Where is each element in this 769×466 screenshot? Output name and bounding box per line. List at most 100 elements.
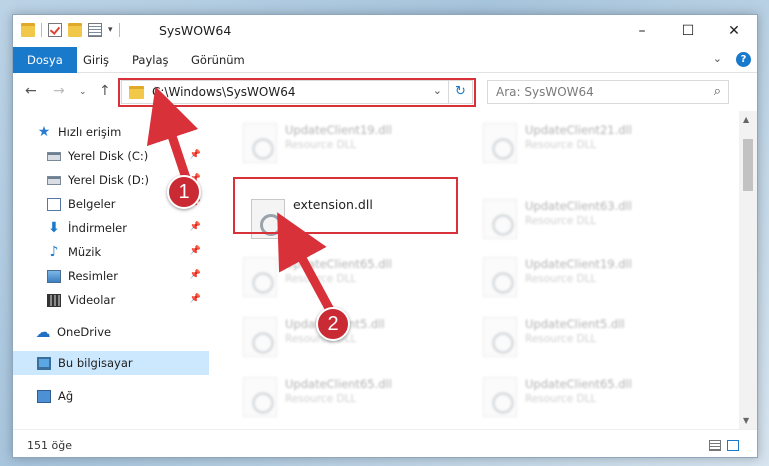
download-icon: ⬇: [48, 220, 60, 236]
network-icon: [37, 389, 51, 403]
pin-icon: 📌: [189, 270, 201, 280]
video-icon: [47, 293, 61, 307]
nav-item-label: Yerel Disk (D:): [68, 173, 150, 187]
search-box[interactable]: Ara: SysWOW64 ⌕: [487, 80, 729, 104]
file-name: UpdateClient19.dll: [525, 257, 632, 271]
nav-item-label: Resimler: [68, 269, 118, 283]
minimize-button[interactable]: –: [619, 15, 665, 47]
nav-item-this-pc[interactable]: Bu bilgisayar: [13, 351, 209, 375]
file-tile[interactable]: UpdateClient19.dll Resource DLL: [237, 117, 465, 169]
nav-item-label: Bu bilgisayar: [58, 356, 133, 370]
file-name: UpdateClient21.dll: [525, 123, 632, 137]
file-description: Resource DLL: [525, 393, 597, 405]
file-description: Resource DLL: [525, 215, 597, 227]
tiles-view-icon[interactable]: [727, 440, 739, 451]
file-tile[interactable]: UpdateClient5.dll Resource DLL: [477, 311, 705, 363]
tab-view[interactable]: Görünüm: [191, 47, 245, 73]
file-description: Resource DLL: [525, 333, 597, 345]
pin-icon: 📌: [189, 222, 201, 232]
file-tile[interactable]: UpdateClient19.dll Resource DLL: [477, 251, 705, 303]
status-bar: 151 öğe: [13, 429, 757, 457]
back-icon[interactable]: ←: [25, 83, 37, 99]
file-highlight-box: [233, 177, 458, 234]
new-folder-icon[interactable]: [68, 23, 82, 37]
tab-share[interactable]: Paylaş: [132, 47, 169, 73]
tab-file[interactable]: Dosya: [13, 47, 77, 73]
properties-check-icon[interactable]: [48, 23, 62, 37]
file-name: UpdateClient19.dll: [285, 123, 392, 137]
navigation-bar: ← → ⌄ ↑ C:\Windows\SysWOW64 ⌄ ↻ Ara: Sys…: [13, 73, 757, 111]
file-tile[interactable]: UpdateClient65.dll Resource DLL: [237, 371, 465, 423]
star-icon: ★: [37, 124, 51, 140]
customize-dropdown-icon[interactable]: ▾: [108, 25, 113, 35]
item-count: 151 öğe: [27, 439, 72, 452]
nav-item-network[interactable]: Ağ: [13, 384, 209, 408]
search-icon: ⌕: [713, 84, 721, 99]
dll-file-icon: [243, 123, 277, 163]
vertical-scrollbar[interactable]: ▲ ▼: [739, 111, 757, 429]
dll-file-icon: [483, 377, 517, 417]
pin-icon: 📌: [189, 246, 201, 256]
scroll-up-icon[interactable]: ▲: [743, 115, 749, 124]
computer-icon: [37, 356, 51, 370]
close-button[interactable]: ✕: [711, 15, 757, 47]
file-tile[interactable]: UpdateClient65.dll Resource DLL: [477, 371, 705, 423]
callout-badge-1: 1: [167, 175, 201, 209]
dll-file-icon: [483, 317, 517, 357]
ribbon-right: ⌄ ?: [713, 52, 751, 67]
recent-dropdown-icon[interactable]: ⌄: [79, 87, 87, 97]
properties-icon[interactable]: [88, 23, 102, 37]
window-title: SysWOW64: [159, 23, 232, 38]
nav-item-label: Videolar: [68, 293, 116, 307]
file-description: Resource DLL: [285, 393, 357, 405]
dll-file-icon: [243, 257, 277, 297]
expand-ribbon-icon[interactable]: ⌄: [713, 52, 722, 67]
file-tile[interactable]: UpdateClient21.dll Resource DLL: [477, 117, 705, 169]
forward-icon[interactable]: →: [53, 83, 65, 99]
maximize-button[interactable]: ☐: [665, 15, 711, 47]
search-input[interactable]: Ara: SysWOW64: [496, 85, 594, 99]
window-controls: – ☐ ✕: [619, 15, 757, 47]
nav-item-label: Ağ: [58, 389, 74, 403]
explorer-window: ▾ SysWOW64 – ☐ ✕ Dosya Giriş Paylaş Görü…: [12, 14, 758, 458]
file-tile[interactable]: UpdateClient65.dll Resource DLL: [237, 251, 465, 303]
file-tile[interactable]: UpdateClient63.dll Resource DLL: [477, 193, 705, 245]
file-description: Resource DLL: [285, 139, 357, 151]
nav-item-label: Belgeler: [68, 197, 116, 211]
file-description: Resource DLL: [525, 273, 597, 285]
address-highlight-box: [118, 78, 476, 107]
file-name: UpdateClient5.dll: [525, 317, 625, 331]
nav-item-label: İndirmeler: [68, 221, 127, 235]
divider: [41, 23, 42, 37]
nav-item-videos[interactable]: Videolar 📌: [13, 288, 209, 312]
file-description: Resource DLL: [525, 139, 597, 151]
divider: [118, 23, 120, 37]
nav-item-label: Hızlı erişim: [58, 125, 122, 139]
details-view-icon[interactable]: [709, 440, 721, 451]
scroll-thumb[interactable]: [743, 139, 753, 191]
file-name: UpdateClient65.dll: [285, 377, 392, 391]
tab-home[interactable]: Giriş: [83, 47, 109, 73]
nav-item-onedrive[interactable]: ☁ OneDrive: [13, 320, 209, 344]
nav-item-quick-access[interactable]: ★ Hızlı erişim: [13, 120, 209, 144]
pin-icon: 📌: [189, 150, 201, 160]
file-tile[interactable]: UpdateClient5.dll Resource DLL: [237, 311, 465, 363]
nav-item-downloads[interactable]: ⬇ İndirmeler 📌: [13, 216, 209, 240]
dll-file-icon: [483, 257, 517, 297]
dll-file-icon: [243, 377, 277, 417]
navigation-pane: ★ Hızlı erişim Yerel Disk (C:) 📌 Yerel D…: [13, 111, 209, 429]
nav-item-pictures[interactable]: Resimler 📌: [13, 264, 209, 288]
help-icon[interactable]: ?: [736, 52, 751, 67]
file-name: UpdateClient63.dll: [525, 199, 632, 213]
music-icon: ♪: [49, 244, 59, 260]
scroll-down-icon[interactable]: ▼: [743, 416, 749, 425]
title-bar: ▾ SysWOW64 – ☐ ✕: [13, 15, 757, 47]
up-icon[interactable]: ↑: [99, 83, 111, 99]
nav-item-music[interactable]: ♪ Müzik 📌: [13, 240, 209, 264]
dll-file-icon: [483, 199, 517, 239]
dll-file-icon: [483, 123, 517, 163]
nav-item-label: Müzik: [68, 245, 102, 259]
documents-icon: [47, 197, 61, 211]
folder-icon[interactable]: [21, 23, 35, 37]
nav-item-local-disk-c[interactable]: Yerel Disk (C:) 📌: [13, 144, 209, 168]
